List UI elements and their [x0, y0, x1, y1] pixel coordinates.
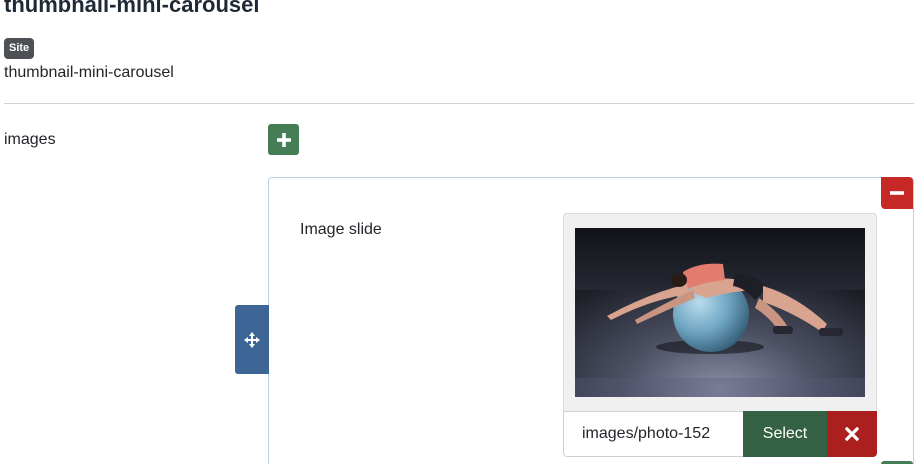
select-image-button[interactable]: Select	[743, 411, 827, 457]
minus-icon	[890, 191, 904, 195]
page-title: thumbnail-mini-carousel	[4, 0, 260, 17]
plus-icon	[276, 132, 291, 147]
divider	[4, 103, 914, 104]
site-badge: Site	[4, 38, 35, 59]
remove-row-button[interactable]	[881, 177, 913, 209]
move-arrows-icon	[244, 331, 260, 348]
module-subtitle: thumbnail-mini-carousel	[4, 64, 174, 81]
drag-handle[interactable]	[235, 305, 269, 374]
image-slide-label: Image slide	[300, 221, 382, 238]
close-icon	[845, 427, 859, 441]
add-row-button[interactable]	[268, 124, 299, 155]
image-path-input[interactable]	[563, 411, 744, 457]
images-field-label: images	[4, 131, 56, 148]
clear-image-button[interactable]	[827, 411, 877, 457]
media-preview-image	[575, 228, 865, 397]
